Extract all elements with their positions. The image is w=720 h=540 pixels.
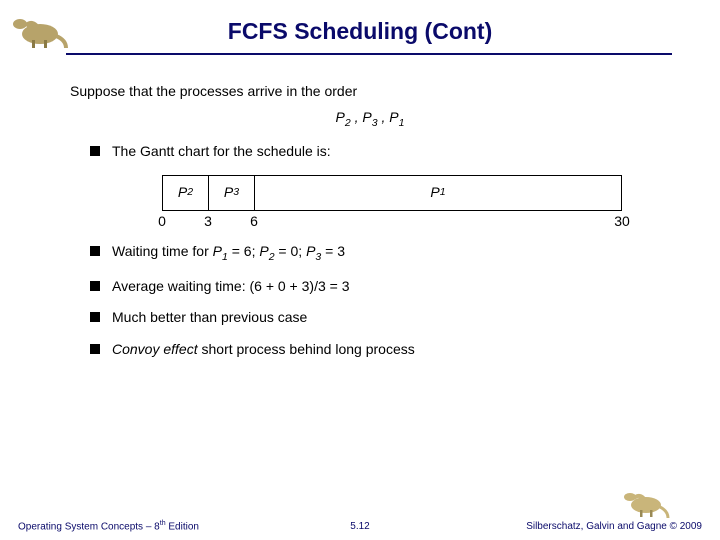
bullet-convoy: Convoy effect short process behind long …: [90, 341, 670, 359]
gantt-chart: P2P3P1 03630: [162, 175, 622, 229]
process-order: P2 , P3 , P1: [70, 109, 670, 130]
gantt-tick: 0: [158, 213, 166, 231]
footer-right: Silberschatz, Galvin and Gagne © 2009: [526, 521, 702, 532]
gantt-tick: 3: [204, 213, 212, 231]
slide-body: Suppose that the processes arrive in the…: [70, 83, 670, 358]
gantt-tick: 30: [614, 213, 630, 231]
bullet-average: Average waiting time: (6 + 0 + 3)/3 = 3: [90, 278, 670, 296]
title-divider: [66, 53, 672, 55]
bullet-better: Much better than previous case: [90, 309, 670, 327]
gantt-segment: P1: [254, 176, 622, 210]
bullet-list: The Gantt chart for the schedule is: P2P…: [90, 143, 670, 358]
dinosaur-icon: [8, 10, 68, 50]
gantt-tick: 6: [250, 213, 258, 231]
bullet-waiting: Waiting time for P1 = 6; P2 = 0; P3 = 3: [90, 243, 670, 264]
intro-text: Suppose that the processes arrive in the…: [70, 83, 670, 101]
bullet-gantt: The Gantt chart for the schedule is: P2P…: [90, 143, 670, 229]
gantt-segment: P3: [208, 176, 254, 210]
footer-left: Operating System Concepts – 8th Edition: [18, 520, 199, 532]
gantt-segment: P2: [162, 176, 208, 210]
slide-title: FCFS Scheduling (Cont): [0, 0, 720, 45]
dinosaur-icon: [620, 485, 670, 520]
footer-page: 5.12: [350, 521, 369, 532]
